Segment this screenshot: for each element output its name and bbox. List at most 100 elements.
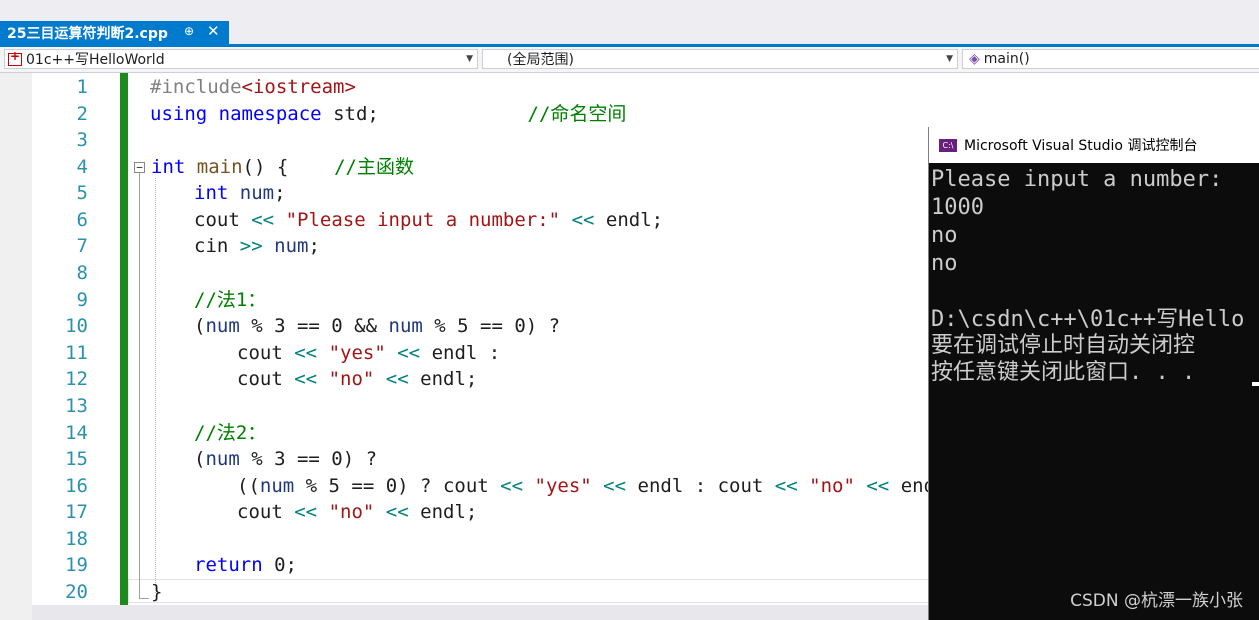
comment: //法2： [194, 422, 267, 444]
line-number: 17 [65, 501, 88, 523]
identifier: std; [333, 103, 379, 125]
code-line: cout << "no" << endl; [237, 366, 477, 392]
line-number: 18 [65, 528, 88, 550]
string-literal: "yes" [534, 475, 592, 497]
code-line: int main() { //主函数 [151, 154, 414, 180]
keyword: int [151, 156, 186, 178]
code-line: cout << "Please input a number:" << endl… [194, 207, 663, 233]
code-line: cout << "yes" << endl : [237, 340, 500, 366]
identifier: endl; [420, 368, 478, 390]
code-line: cin >> num; [194, 233, 320, 259]
scope-name: (全局范围) [507, 52, 574, 68]
console-line: 按任意键关闭此窗口. . . [931, 360, 1196, 385]
line-number: 13 [65, 395, 88, 417]
code-text: % 5 == 0) ? [422, 315, 561, 337]
project-name: 01c++写HelloWorld [26, 52, 165, 68]
identifier: endl; [420, 501, 478, 523]
console-line: 要在调试停止时自动关闭控 [931, 333, 1196, 358]
identifier: cout [717, 475, 764, 497]
pin-icon[interactable]: ⊕ [184, 24, 194, 38]
close-icon[interactable]: ✕ [207, 22, 220, 40]
dropdown-arrow-icon[interactable]: ▼ [946, 54, 953, 64]
identifier: cout [237, 342, 283, 364]
code-text: ; [274, 182, 286, 204]
code-text: % 5 == 0) ? [294, 475, 443, 497]
variable: num [274, 235, 309, 257]
line-number: 9 [76, 289, 88, 311]
operator: << [397, 342, 421, 364]
keyword: int [194, 182, 229, 204]
console-icon: C:\ [939, 138, 957, 152]
watermark: CSDN @杭漂一族小张 [1070, 591, 1243, 611]
code-line: (num % 3 == 0) ? [194, 446, 377, 472]
console-output: Please input a number: 1000 no no D:\csd… [929, 164, 1259, 620]
comment: //命名空间 [527, 103, 627, 125]
line-number: 7 [76, 235, 88, 257]
indicator-margin [0, 73, 32, 620]
code-line: return 0; [194, 552, 297, 578]
operator: << [774, 475, 798, 497]
line-number: 19 [65, 554, 88, 576]
line-number: 15 [65, 448, 88, 470]
operator: << [385, 501, 409, 523]
comment: //主函数 [334, 156, 414, 178]
code-line: #include<iostream> [150, 74, 356, 100]
operator: << [294, 368, 318, 390]
string-literal: "Please input a number:" [285, 209, 561, 231]
console-title: Microsoft Visual Studio 调试控制台 [964, 138, 1198, 154]
code-text: 0; [274, 554, 297, 576]
document-tab[interactable]: 25三目运算符判断2.cpp ⊕ ✕ [0, 21, 229, 44]
identifier: cout [237, 368, 283, 390]
collapse-icon[interactable]: − [134, 162, 145, 173]
string-literal: "no" [809, 475, 855, 497]
string-literal: "yes" [328, 342, 386, 364]
operator: << [500, 475, 524, 497]
preprocessor-directive: #include [150, 76, 242, 98]
scope-dropdown[interactable]: (全局范围) ▼ [482, 49, 958, 69]
identifier: cout [194, 209, 240, 231]
include-header: <iostream> [241, 76, 356, 98]
dropdown-arrow-icon[interactable]: ▼ [466, 54, 473, 64]
console-titlebar[interactable]: C:\ Microsoft Visual Studio 调试控制台 [929, 127, 1259, 163]
string-literal: "no" [328, 368, 375, 390]
project-icon [8, 49, 22, 66]
project-dropdown[interactable]: 01c++写HelloWorld ▼ [4, 49, 478, 69]
code-line: cout << "no" << endl; [237, 499, 477, 525]
cube-icon: ◈ [969, 51, 980, 67]
code-line: //法1： [194, 287, 266, 313]
operator: << [571, 209, 595, 231]
console-line: 1000 [931, 195, 984, 220]
code-text: ( [194, 315, 206, 337]
line-number: 6 [76, 209, 88, 231]
line-number: 16 [65, 475, 88, 497]
operator: << [603, 475, 627, 497]
debug-console-window[interactable]: C:\ Microsoft Visual Studio 调试控制台 Please… [928, 127, 1259, 620]
line-number: 12 [65, 368, 88, 390]
keyword: return [194, 554, 263, 576]
horizontal-scrollbar[interactable] [32, 605, 932, 620]
console-line: D:\csdn\c++\01c++写Hello [931, 307, 1245, 332]
member-name: main() [983, 51, 1030, 67]
navigation-bar: 01c++写HelloWorld ▼ (全局范围) ▼ ◈ main() [0, 47, 1259, 73]
comment: //法1： [194, 289, 267, 311]
line-number: 8 [76, 262, 88, 284]
fold-line [139, 173, 140, 598]
line-number: 2 [76, 103, 88, 125]
line-number: 1 [76, 76, 88, 98]
string-literal: "no" [328, 501, 375, 523]
identifier: endl : [431, 342, 501, 364]
indent-guide [155, 178, 156, 593]
console-line: Please input a number: [931, 167, 1223, 192]
variable: num [205, 448, 240, 470]
line-number: 20 [65, 581, 88, 603]
closing-brace: } [151, 581, 163, 603]
current-line-highlight [128, 579, 948, 603]
code-line: } [151, 579, 162, 605]
operator: << [294, 501, 318, 523]
keyword: namespace [218, 103, 322, 125]
console-line: no [931, 251, 958, 276]
tab-title: 25三目运算符判断2.cpp [7, 25, 168, 42]
code-text: (( [237, 475, 260, 497]
member-dropdown[interactable]: ◈ main() [962, 49, 1259, 69]
line-number: 14 [65, 422, 88, 444]
